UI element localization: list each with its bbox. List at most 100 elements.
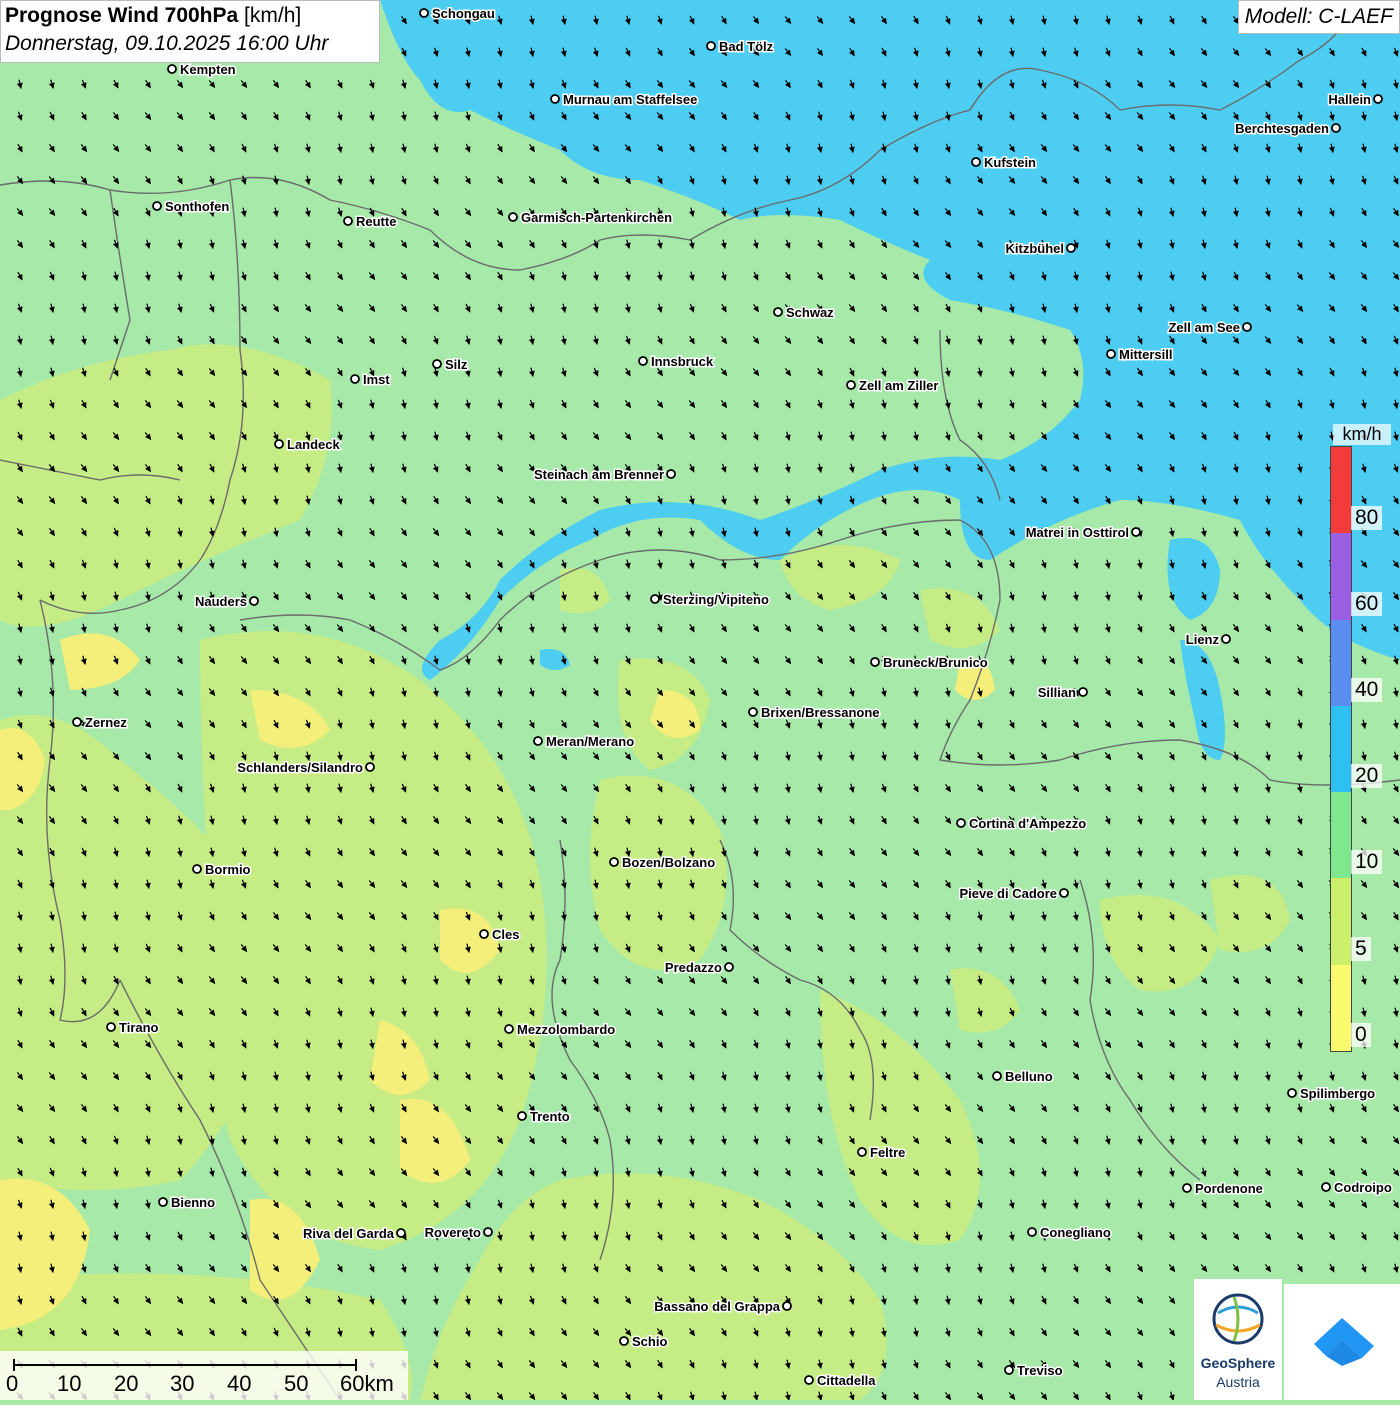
city-marker-icon: [1321, 1182, 1331, 1192]
city-bruneck-brunico[interactable]: Bruneck/Brunico: [870, 654, 989, 672]
city-label: Conegliano: [1040, 1225, 1111, 1240]
city-label: Hallein: [1328, 92, 1371, 107]
legend-segment: [1331, 705, 1351, 793]
city-conegliano[interactable]: Conegliano: [1027, 1224, 1112, 1242]
city-marker-icon: [609, 857, 619, 867]
city-label: Meran/Merano: [546, 734, 634, 749]
legend-unit: km/h: [1333, 424, 1391, 445]
city-spilimbergo[interactable]: Spilimbergo: [1287, 1085, 1377, 1103]
city-label: Feltre: [870, 1145, 905, 1160]
city-marker-icon: [1106, 349, 1116, 359]
legend-label: 80: [1351, 506, 1383, 530]
city-schongau[interactable]: Schongau: [419, 5, 496, 23]
city-label: Predazzo: [665, 960, 722, 975]
city-marker-icon: [782, 1301, 792, 1311]
forecast-datetime: Donnerstag, 09.10.2025 16:00 Uhr: [5, 32, 329, 55]
city-label: Silz: [445, 357, 468, 372]
city-brixen-bressanone[interactable]: Brixen/Bressanone: [748, 704, 881, 722]
city-marker-icon: [533, 736, 543, 746]
city-label: Schlanders/Silandro: [237, 760, 363, 775]
city-sterzing-vipiteno[interactable]: Sterzing/Vipiteno: [650, 591, 770, 609]
city-label: Mezzolombardo: [517, 1022, 615, 1037]
city-berchtesgaden[interactable]: Berchtesgaden: [1234, 120, 1341, 138]
city-marker-icon: [192, 864, 202, 874]
map-title: Prognose Wind 700hPa: [5, 4, 239, 27]
city-zell-am-ziller[interactable]: Zell am Ziller: [846, 377, 940, 395]
city-cortina-d-ampezzo[interactable]: Cortina d'Ampezzo: [956, 815, 1088, 833]
city-label: Kempten: [180, 62, 236, 77]
scale-label: 0: [6, 1371, 19, 1396]
legend-label: 20: [1351, 764, 1383, 788]
city-label: Lienz: [1186, 632, 1220, 647]
city-meran-merano[interactable]: Meran/Merano: [533, 733, 636, 751]
city-pieve-di-cadore[interactable]: Pieve di Cadore: [958, 885, 1069, 903]
city-label: Bozen/Bolzano: [622, 855, 715, 870]
city-marker-icon: [956, 818, 966, 828]
city-marker-icon: [971, 157, 981, 167]
city-label: Schongau: [432, 6, 495, 21]
city-label: Trento: [530, 1109, 570, 1124]
legend-segment: [1331, 792, 1351, 879]
city-label: Cittadella: [817, 1373, 876, 1388]
scale-label: 30: [170, 1371, 195, 1396]
city-marker-icon: [1066, 243, 1076, 253]
model-label: Modell: C-LAEF: [1237, 0, 1400, 34]
legend-label: 40: [1351, 678, 1383, 702]
geosphere-emblem-icon: [1212, 1293, 1264, 1345]
city-label: Innsbruck: [651, 354, 714, 369]
geosphere-logo[interactable]: GeoSphere Austria: [1194, 1279, 1282, 1400]
city-marker-icon: [517, 1111, 527, 1121]
city-mezzolombardo[interactable]: Mezzolombardo: [504, 1021, 617, 1039]
city-marker-icon: [1182, 1183, 1192, 1193]
city-label: Steinach am Brenner: [534, 467, 664, 482]
city-marker-icon: [350, 374, 360, 384]
city-label: Schwaz: [786, 305, 834, 320]
city-label: Bruneck/Brunico: [883, 655, 988, 670]
city-innsbruck[interactable]: Innsbruck: [638, 353, 715, 371]
city-marker-icon: [1287, 1088, 1297, 1098]
city-marker-icon: [638, 356, 648, 366]
city-zell-am-see[interactable]: Zell am See: [1167, 319, 1252, 337]
city-matrei-in-osttirol[interactable]: Matrei in Osttirol: [1024, 524, 1141, 542]
city-marker-icon: [365, 762, 375, 772]
city-murnau-am-staffelsee[interactable]: Murnau am Staffelsee: [550, 91, 699, 109]
city-label: Tirano: [119, 1020, 159, 1035]
city-steinach-am-brenner[interactable]: Steinach am Brenner: [532, 466, 676, 484]
city-pordenone[interactable]: Pordenone: [1182, 1180, 1264, 1198]
city-label: Sterzing/Vipiteno: [663, 592, 769, 607]
scale-label: 20: [114, 1371, 139, 1396]
city-bassano-del-grappa[interactable]: Bassano del Grappa: [653, 1298, 792, 1316]
weather-app-logo[interactable]: [1284, 1284, 1400, 1400]
scale-label: 50: [284, 1371, 309, 1396]
city-garmisch-partenkirchen[interactable]: Garmisch-Partenkirchen: [508, 209, 674, 227]
city-label: Sillian: [1038, 685, 1076, 700]
city-marker-icon: [249, 596, 259, 606]
city-marker-icon: [1027, 1227, 1037, 1237]
city-marker-icon: [650, 594, 660, 604]
city-label: Zell am Ziller: [859, 378, 938, 393]
legend-color-bar: [1330, 446, 1352, 1052]
scale-bar: 0 10 20 30 40 50 60km: [0, 1351, 408, 1400]
city-schlanders-silandro[interactable]: Schlanders/Silandro: [236, 759, 375, 777]
scale-label: 40: [227, 1371, 252, 1396]
city-label: Zernez: [85, 715, 127, 730]
city-label: Cortina d'Ampezzo: [969, 816, 1086, 831]
city-marker-icon: [804, 1375, 814, 1385]
city-sonthofen[interactable]: Sonthofen: [152, 198, 231, 216]
city-marker-icon: [992, 1071, 1002, 1081]
city-marker-icon: [106, 1022, 116, 1032]
city-marker-icon: [1242, 322, 1252, 332]
city-label: Mittersill: [1119, 347, 1172, 362]
city-bozen-bolzano[interactable]: Bozen/Bolzano: [609, 854, 717, 872]
legend-segment: [1331, 533, 1351, 620]
city-marker-icon: [152, 201, 162, 211]
city-riva-del-garda[interactable]: Riva del Garda: [301, 1225, 406, 1243]
scale-label: 60km: [340, 1371, 394, 1396]
city-marker-icon: [619, 1336, 629, 1346]
title-box: Prognose Wind 700hPa [km/h] Donnerstag, …: [0, 0, 380, 63]
city-label: Codroipo: [1334, 1180, 1392, 1195]
legend-label: 60: [1351, 592, 1383, 616]
legend-label: 0: [1351, 1023, 1371, 1047]
title-unit: [km/h]: [244, 4, 302, 27]
city-marker-icon: [773, 307, 783, 317]
